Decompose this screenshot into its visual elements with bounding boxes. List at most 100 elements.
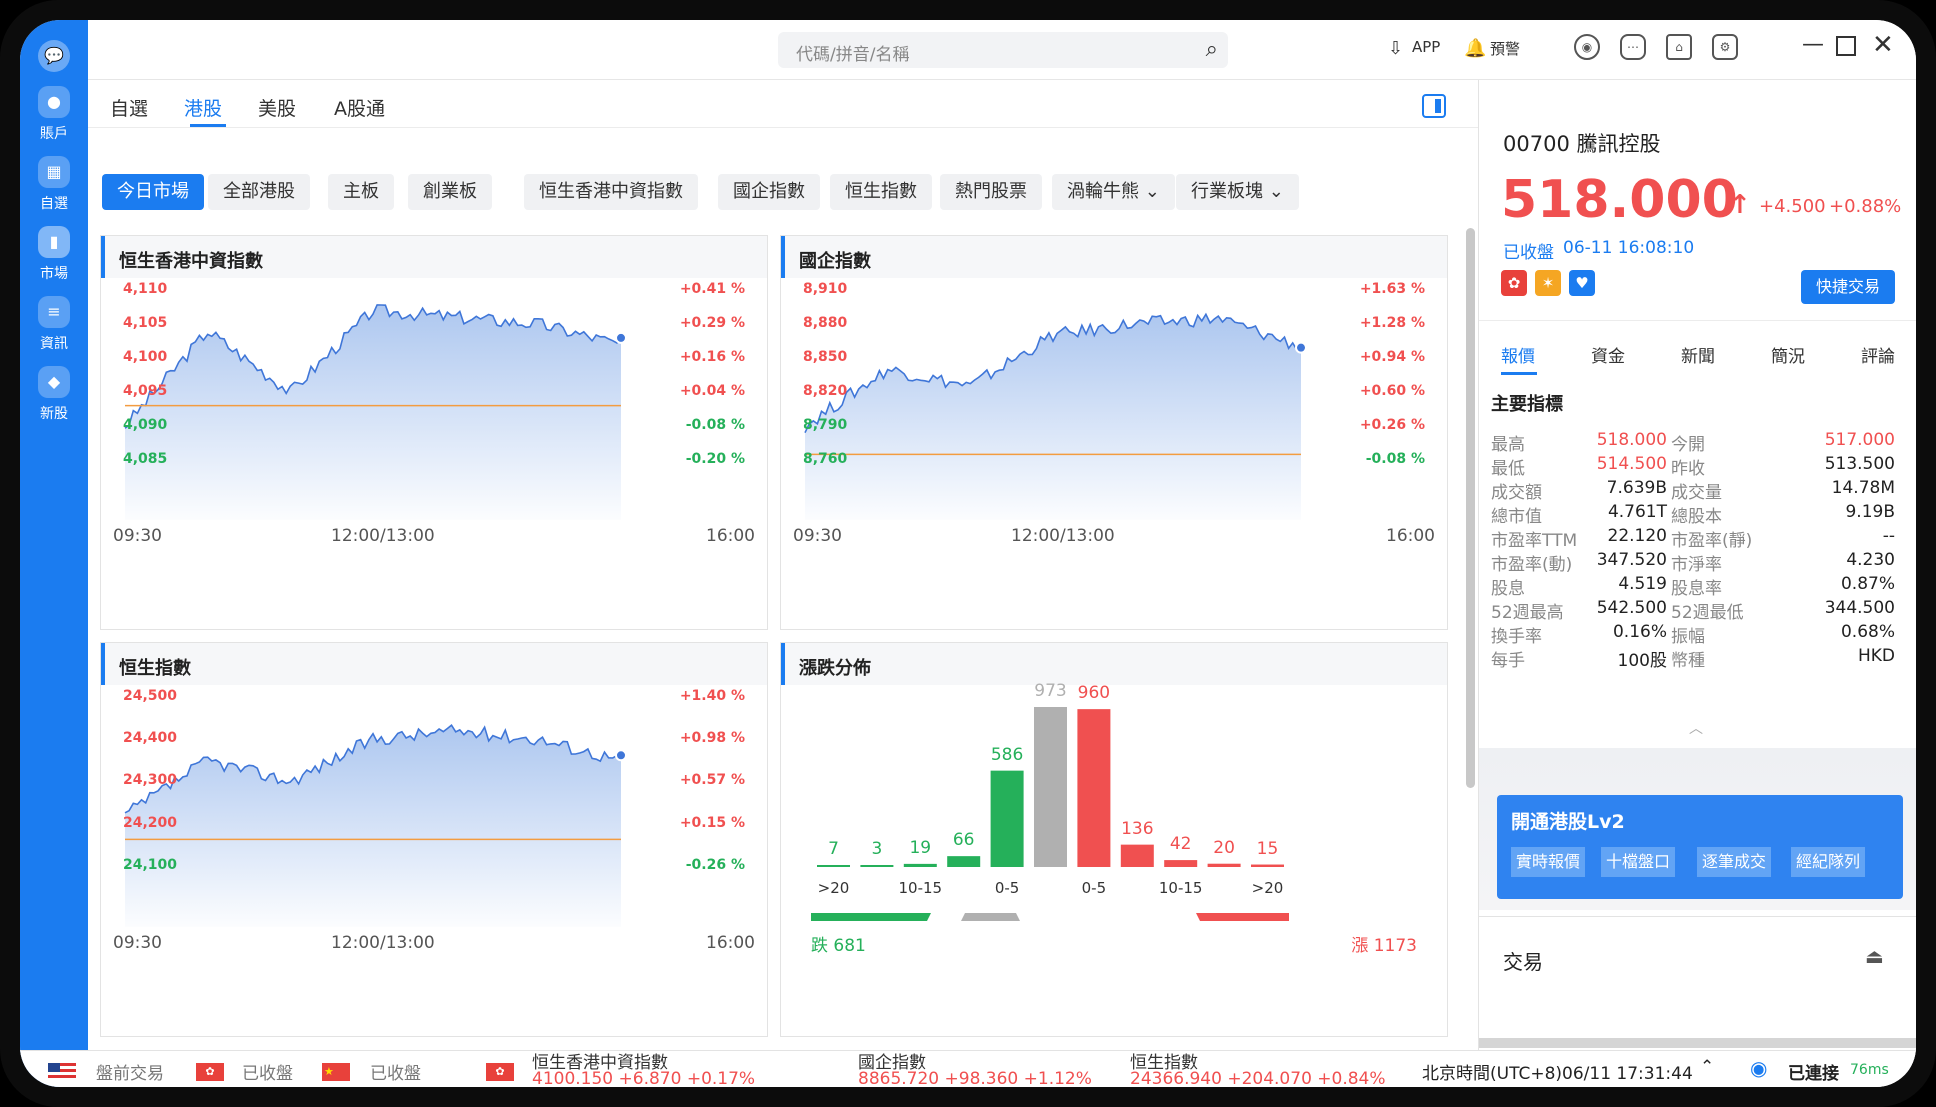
metric-value: 4.230	[1846, 550, 1895, 570]
chip-all[interactable]: 全部港股	[208, 174, 310, 210]
us-status: 盤前交易	[96, 1064, 164, 1084]
rise-count: 漲 1173	[1351, 936, 1417, 956]
collapse-icon[interactable]: ︿	[1689, 718, 1703, 738]
metric-label: 市淨率	[1671, 555, 1722, 575]
search-box[interactable]: 代碼/拼音/名稱 ⌕	[778, 32, 1228, 68]
nav-news[interactable]: ≡ 資訊	[20, 296, 88, 353]
last-point	[615, 331, 627, 344]
layout-toggle-icon[interactable]	[1422, 94, 1446, 118]
scrollbar-h[interactable]	[1479, 1038, 1916, 1048]
close-icon[interactable]: ✕	[1872, 30, 1894, 60]
metric-value: 0.87%	[1840, 574, 1895, 594]
nav-ipo[interactable]: ◆ 新股	[20, 366, 88, 423]
pct-tick-label: +0.41 %	[679, 281, 745, 297]
chip-gem[interactable]: 創業板	[408, 174, 492, 210]
index-value: 24366.940 +204.070 +0.84%	[1130, 1069, 1386, 1087]
lv2-banner[interactable]: 開通港股Lv2 實時報價 十檔盤口 逐筆成交 經紀隊列	[1497, 795, 1903, 899]
trade-section-title[interactable]: 交易	[1503, 946, 1543, 975]
rtab-quote[interactable]: 報價	[1501, 342, 1535, 367]
chip-label: 渦輪牛熊	[1067, 181, 1139, 202]
rtab-underline	[1501, 372, 1537, 375]
message-icon[interactable]: ⋯	[1620, 34, 1646, 60]
metric-value: 517.000	[1824, 430, 1895, 450]
favorite-icon[interactable]: ♥	[1569, 270, 1595, 296]
chart-panel[interactable]: 國企指數 8,910 8,880 8,850 8,820 8,790 8,760 +1.63…	[780, 235, 1448, 630]
quick-trade-button[interactable]: 快捷交易	[1801, 270, 1895, 304]
bell-icon[interactable]: 🔔	[1464, 38, 1486, 59]
nav-market[interactable]: ▮ 市場	[20, 226, 88, 283]
latency: 76ms	[1850, 1062, 1889, 1078]
chip-hscei[interactable]: 國企指數	[718, 174, 820, 210]
bar-value-label: 3	[871, 839, 883, 859]
tab-a-shares[interactable]: A股通	[334, 94, 385, 121]
y-tick-label: 8,880	[803, 315, 848, 331]
bar-value-label: 15	[1256, 838, 1279, 859]
metric-label: 振幅	[1671, 627, 1705, 647]
chat-button[interactable]: 💬	[20, 40, 88, 72]
metric-value: HKD	[1857, 646, 1895, 666]
chip-today[interactable]: 今日市場	[102, 174, 204, 210]
pct-tick-label: +0.98 %	[679, 730, 745, 746]
search-icon[interactable]: ⌕	[1206, 37, 1218, 62]
x-tick-label: 16:00	[706, 526, 755, 546]
record-icon[interactable]: ◉	[1574, 34, 1600, 60]
x-tick-label: 09:30	[113, 933, 162, 953]
status-bar: 盤前交易 ✿ 已收盤 ★ 已收盤 ✿ 恒生香港中資指數 4100.150 +6.…	[20, 1050, 1916, 1087]
y-tick-label: 4,105	[123, 315, 168, 331]
maximize-icon[interactable]	[1836, 36, 1856, 56]
search-input[interactable]: 代碼/拼音/名稱	[796, 40, 909, 65]
category-label: 10-15	[898, 879, 943, 897]
chevron-up-icon[interactable]: ⌃	[1700, 1057, 1714, 1077]
app-button[interactable]: APP	[1412, 38, 1440, 56]
settings-icon[interactable]: ⚙	[1712, 34, 1738, 60]
scrollbar[interactable]	[1466, 228, 1475, 788]
rtab-news[interactable]: 新聞	[1681, 342, 1715, 367]
hk-status: 已收盤	[242, 1064, 293, 1084]
line-chart	[124, 724, 627, 927]
chip-warrants[interactable]: 渦輪牛熊 ⌄	[1052, 174, 1175, 210]
bar	[860, 865, 894, 867]
chip-hscei-cn[interactable]: 恒生香港中資指數	[524, 174, 698, 210]
shirt-icon[interactable]: ⌂	[1666, 34, 1692, 60]
chip-sectors[interactable]: 行業板塊 ⌄	[1176, 174, 1299, 210]
tab-watchlist[interactable]: 自選	[110, 94, 148, 121]
quote-panel: 00700 騰訊控股 518.000 ↑ +4.500 +0.88% 已收盤 0…	[1478, 80, 1916, 1050]
connection-status: 已連接	[1788, 1064, 1839, 1084]
category-label: 0-5	[1081, 879, 1107, 897]
signal-icon: ◉	[1750, 1056, 1768, 1080]
chip-main[interactable]: 主板	[328, 174, 394, 210]
distribution-panel[interactable]: 漲跌分佈 7 3 19 66 586 973 960 136 42 20 15 >20 10-15 0-5…	[780, 642, 1448, 1037]
metric-value: 9.19B	[1845, 502, 1895, 522]
rtab-profile[interactable]: 簡況	[1771, 342, 1805, 367]
pct-tick-label: -0.26 %	[685, 857, 745, 873]
chip-hsi[interactable]: 恒生指數	[830, 174, 932, 210]
tab-hk[interactable]: 港股	[184, 94, 222, 121]
nav-watchlist[interactable]: ▦ 自選	[20, 156, 88, 213]
y-tick-label: 24,300	[123, 772, 178, 788]
chevron-down-icon: ⌄	[1144, 181, 1160, 202]
metric-value: 347.520	[1596, 550, 1667, 570]
download-icon[interactable]: ⇩	[1388, 38, 1403, 59]
alert-button[interactable]: 預警	[1490, 38, 1520, 59]
index-value: 8865.720 +98.360 +1.12%	[858, 1069, 1092, 1087]
rtab-comments[interactable]: 評論	[1861, 342, 1895, 367]
chart-panel[interactable]: 恒生指數 24,500 24,400 24,300 24,200 24,100 +1.40…	[100, 642, 768, 1037]
tab-us[interactable]: 美股	[258, 94, 296, 121]
user-icon: ●	[38, 86, 70, 118]
chart-panel[interactable]: 恒生香港中資指數 4,110 4,105 4,100 4,095 4,090 4,085 +…	[100, 235, 768, 630]
metric-label: 今開	[1671, 435, 1705, 455]
pct-tick-label: +1.28 %	[1359, 315, 1425, 331]
rtab-capital[interactable]: 資金	[1591, 342, 1625, 367]
x-tick-label: 09:30	[793, 526, 842, 546]
bar-value-label: 7	[828, 839, 839, 859]
chip-hot[interactable]: 熱門股票	[940, 174, 1042, 210]
bar-value-label: 19	[909, 837, 932, 858]
lv2-tag: 經紀隊列	[1791, 847, 1866, 877]
pct-tick-label: +1.40 %	[679, 688, 745, 704]
metric-value: 518.000	[1596, 430, 1667, 450]
nav-label: 資訊	[40, 336, 68, 352]
series-area	[125, 304, 621, 520]
expand-icon[interactable]: ⏏	[1865, 944, 1884, 968]
minimize-icon[interactable]: —	[1802, 32, 1824, 57]
nav-account[interactable]: ● 賬戶	[20, 86, 88, 143]
